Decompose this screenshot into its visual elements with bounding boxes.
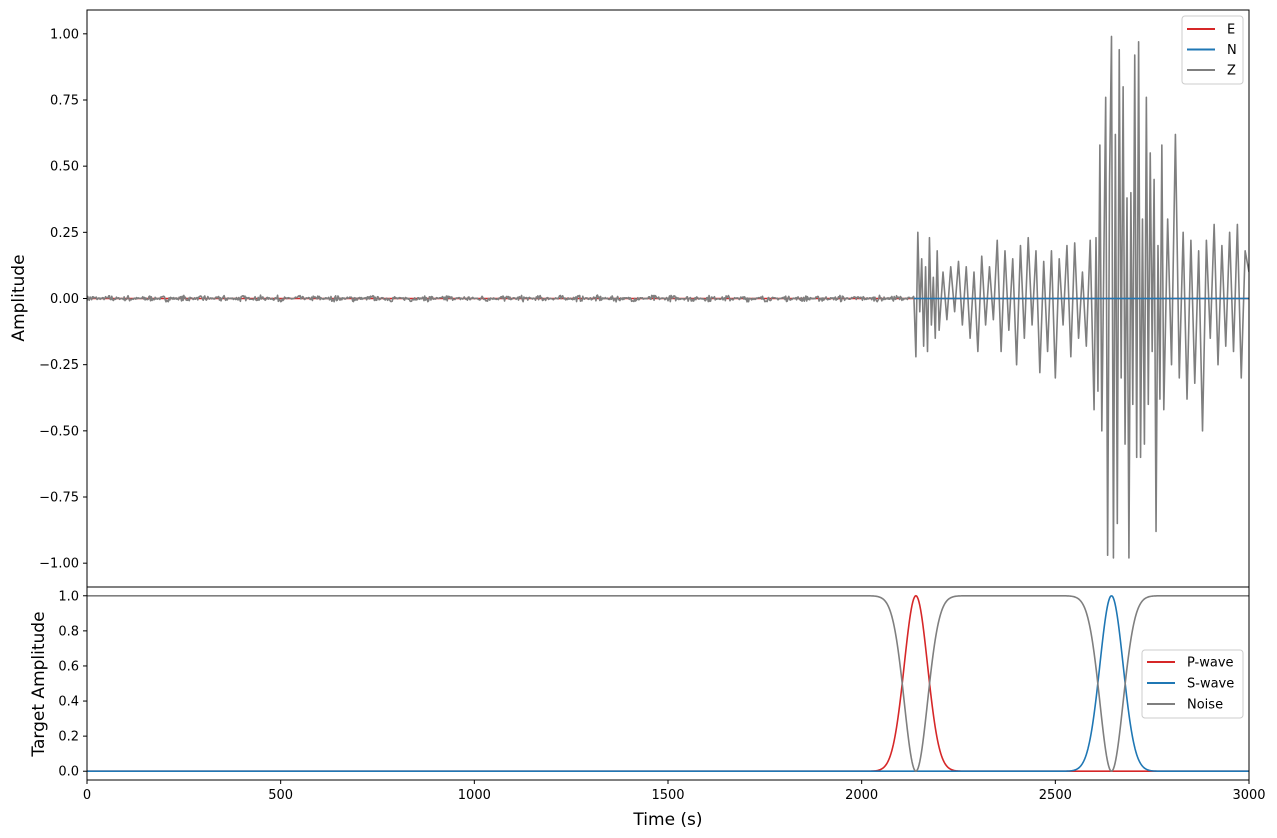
target-y-tick-label: 0.8 xyxy=(58,624,79,639)
x-tick-label: 1000 xyxy=(458,788,491,803)
waveform-y-tick-label: −0.50 xyxy=(39,424,79,439)
x-tick-label: 1500 xyxy=(651,788,684,803)
target-y-axis-label: Target Amplitude xyxy=(29,611,49,757)
waveform-y-tick-label: 0.50 xyxy=(50,160,79,175)
waveform-y-tick-label: 0.75 xyxy=(50,93,79,108)
x-tick-label: 2500 xyxy=(1039,788,1072,803)
x-axis-label: Time (s) xyxy=(632,810,702,830)
target-y-tick-label: 0.6 xyxy=(58,659,79,674)
waveform-y-tick-label: 0.25 xyxy=(50,226,79,241)
p-wave-line xyxy=(87,594,1249,773)
target-legend-label: P-wave xyxy=(1187,656,1234,671)
x-tick-label: 3000 xyxy=(1232,788,1265,803)
waveform-y-axis-label: Amplitude xyxy=(9,254,29,341)
noise-line xyxy=(87,594,1249,773)
x-tick-label: 500 xyxy=(268,788,293,803)
waveform-y-tick-label: 0.00 xyxy=(50,292,79,307)
target-legend-label: Noise xyxy=(1187,698,1223,713)
waveform-panel: −1.00 −0.75 −0.50 −0.25 0.00 0.25 0.50 0.75 1.00… xyxy=(9,9,1250,588)
target-y-tick-label: 0.2 xyxy=(58,730,79,745)
target-y-tick-label: 0.0 xyxy=(58,765,79,780)
waveform-legend-label: N xyxy=(1227,43,1237,58)
waveform-legend: ENZ xyxy=(1181,15,1244,85)
target-y-tick-label: 0.4 xyxy=(58,695,79,710)
x-tick-label: 0 xyxy=(83,788,91,803)
waveform-legend-label: Z xyxy=(1227,64,1236,79)
target-legend: P-wave S-wave Noise xyxy=(1141,649,1244,719)
target-plot-frame xyxy=(86,586,1250,781)
s-wave-line xyxy=(87,595,1249,773)
figure: −1.00−0.75−0.50−0.250.000.250.500.751.00… xyxy=(9,9,1266,830)
waveform-legend-label: E xyxy=(1227,23,1235,38)
series-z-line xyxy=(87,35,1249,559)
waveform-y-tick-label: −1.00 xyxy=(39,557,79,572)
target-y-tick-label: 1.0 xyxy=(58,589,79,604)
target-panel: 0.0 0.2 0.4 0.6 0.8 1.0 0 500 1000 1500 2000 2500 3… xyxy=(29,586,1266,830)
waveform-y-tick-label: −0.25 xyxy=(39,358,79,373)
x-tick-label: 2000 xyxy=(845,788,878,803)
target-legend-label: S-wave xyxy=(1187,677,1234,692)
waveform-y-tick-label: 1.00 xyxy=(50,27,79,42)
waveform-y-tick-label: −0.75 xyxy=(39,491,79,506)
